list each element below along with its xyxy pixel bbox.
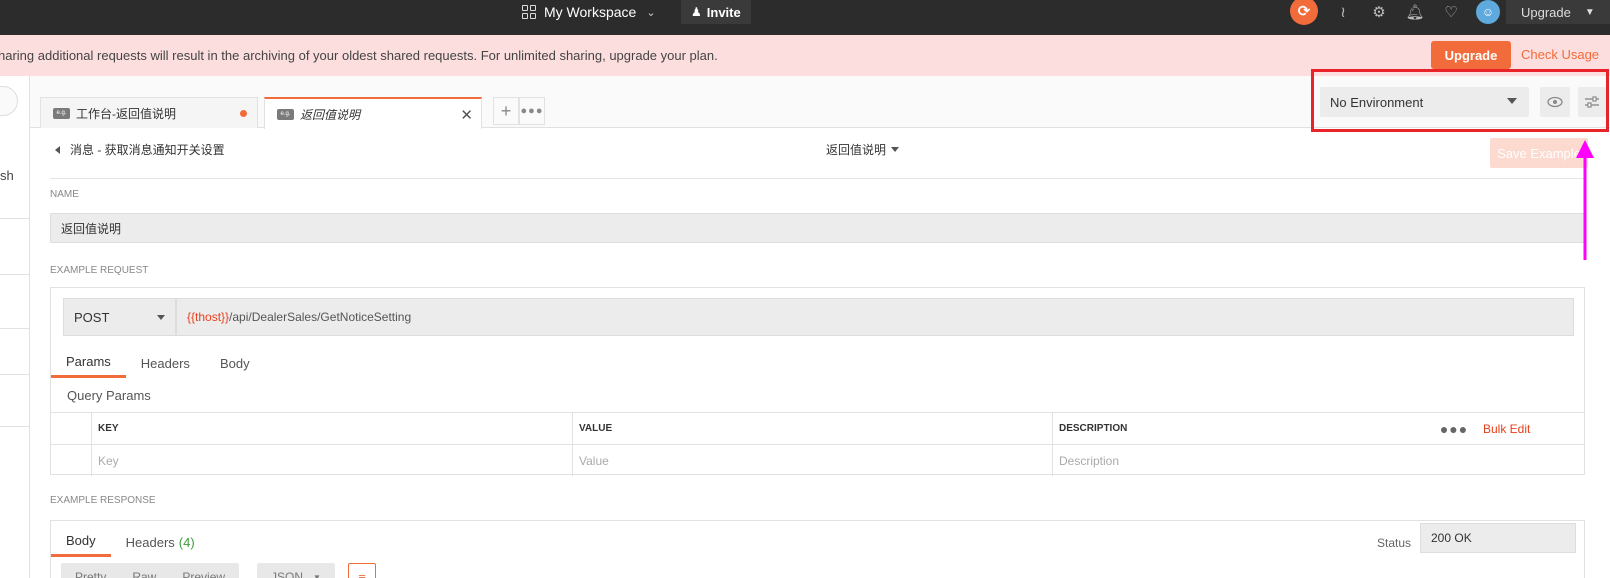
format-type: JSON <box>271 570 304 578</box>
column-header-value: VALUE <box>572 413 1052 444</box>
method-value: POST <box>74 309 110 325</box>
more-options-icon[interactable]: ●●● <box>1437 413 1471 444</box>
back-caret-icon <box>55 145 60 154</box>
example-icon: e.g. <box>53 107 70 119</box>
status-label: Status <box>1377 536 1412 550</box>
sidebar-partial-text: sh <box>0 168 14 183</box>
example-title-dropdown[interactable]: 返回值说明 <box>826 141 900 158</box>
headers-count: (4) <box>178 534 195 550</box>
column-header-description: DESCRIPTION <box>1052 413 1437 444</box>
tab-response-body[interactable]: Body <box>51 527 111 557</box>
tab-example-active[interactable]: e.g. 返回值说明 ✕ <box>264 97 482 129</box>
sync-icon[interactable]: ⟳ <box>1290 0 1318 25</box>
more-tabs-button[interactable]: ●●● <box>519 97 545 125</box>
example-response-panel: Body Headers (4) Status 200 OK Pretty Ra… <box>50 520 1585 578</box>
method-select[interactable]: POST <box>63 298 176 336</box>
environment-highlight-box <box>1311 69 1609 132</box>
sidebar-search-pill[interactable] <box>0 86 18 116</box>
caret-down-icon: ▼ <box>313 572 321 578</box>
upgrade-label: Upgrade <box>1521 4 1571 20</box>
example-request-panel: POST {{thost}}/api/DealerSales/GetNotice… <box>50 287 1585 476</box>
example-name-value: 返回值说明 <box>61 221 122 236</box>
sidebar-divider <box>0 374 30 375</box>
banner-message: haring additional requests will result i… <box>0 48 718 63</box>
params-table: KEY VALUE DESCRIPTION ●●● Bulk Edit Key … <box>51 412 1584 476</box>
chevron-down-icon: ⌄ <box>646 6 656 19</box>
request-tabs: Params Headers Body <box>51 348 265 378</box>
example-icon: e.g. <box>277 108 294 120</box>
url-variable: {{thost}} <box>187 310 230 324</box>
table-header-row: KEY VALUE DESCRIPTION ●●● Bulk Edit <box>51 413 1584 444</box>
gear-icon[interactable]: ⚙ <box>1368 3 1390 21</box>
sidebar: sh <box>0 76 30 578</box>
unsaved-dot-icon <box>240 110 247 117</box>
tab-body[interactable]: Body <box>205 348 265 378</box>
sidebar-divider <box>0 328 30 329</box>
description-input[interactable]: Description <box>1052 445 1584 476</box>
example-name-field[interactable]: 返回值说明 <box>50 213 1585 243</box>
invite-label: Invite <box>706 4 741 20</box>
breadcrumb-request-name: 消息 - 获取消息通知开关设置 <box>70 143 225 157</box>
caret-down-icon: ▼ <box>1584 6 1595 18</box>
check-usage-link[interactable]: Check Usage <box>1521 47 1599 62</box>
format-raw[interactable]: Raw <box>132 570 156 578</box>
name-label: NAME <box>50 189 79 200</box>
table-row: Key Value Description <box>51 444 1584 476</box>
example-title: 返回值说明 <box>826 143 887 157</box>
close-icon[interactable]: ✕ <box>460 106 473 124</box>
tab-label: Headers <box>125 534 175 550</box>
annotation-arrow <box>1576 140 1594 260</box>
banner-upgrade-button[interactable]: Upgrade <box>1431 41 1511 69</box>
workspace-grid-icon <box>522 5 536 19</box>
sidebar-divider <box>0 274 30 275</box>
response-tabs: Body Headers (4) <box>51 527 210 557</box>
key-input[interactable]: Key <box>91 445 572 476</box>
bell-icon[interactable]: 🔔︎ <box>1404 3 1426 21</box>
tab-label: 返回值说明 <box>300 107 361 122</box>
heart-icon[interactable]: ♡ <box>1440 3 1462 21</box>
top-bar: My Workspace ⌄ ♟ Invite ⟳ ≀ ⚙ 🔔︎ ♡ ☺ Upg… <box>0 0 1610 35</box>
workspace-switcher[interactable]: My Workspace ⌄ <box>522 0 656 24</box>
format-preview[interactable]: Preview <box>182 570 225 578</box>
tab-example-workbench[interactable]: e.g. 工作台-返回值说明 <box>40 97 258 128</box>
top-icons: ⟳ ≀ ⚙ 🔔︎ ♡ ☺ <box>1290 0 1500 25</box>
example-request-label: EXAMPLE REQUEST <box>50 265 149 276</box>
query-params-title: Query Params <box>67 388 151 403</box>
url-input[interactable]: {{thost}}/api/DealerSales/GetNoticeSetti… <box>176 298 1574 336</box>
header-divider <box>50 178 1585 179</box>
format-toggle: Pretty Raw Preview <box>61 563 240 578</box>
workspace-label: My Workspace <box>544 4 637 20</box>
tab-label: 工作台-返回值说明 <box>76 106 176 121</box>
format-pretty[interactable]: Pretty <box>75 570 106 578</box>
sidebar-divider <box>0 426 30 427</box>
status-field[interactable]: 200 OK <box>1420 523 1576 553</box>
bulk-edit-link[interactable]: Bulk Edit <box>1483 413 1530 444</box>
format-type-select[interactable]: JSON ▼ <box>257 563 335 578</box>
column-header-key: KEY <box>91 413 572 444</box>
satellite-icon[interactable]: ≀ <box>1332 3 1354 21</box>
breadcrumb[interactable]: 消息 - 获取消息通知开关设置 <box>55 141 225 158</box>
url-path: /api/DealerSales/GetNoticeSetting <box>229 310 412 324</box>
tab-response-headers[interactable]: Headers (4) <box>111 527 210 557</box>
invite-button[interactable]: ♟ Invite <box>681 0 751 24</box>
avatar[interactable]: ☺ <box>1476 0 1500 24</box>
caret-down-icon <box>157 315 165 320</box>
status-value: 200 OK <box>1431 531 1472 545</box>
wrap-lines-icon[interactable]: ≡ <box>348 563 376 578</box>
tab-params[interactable]: Params <box>51 348 126 378</box>
upgrade-dropdown-button[interactable]: Upgrade ▼ <box>1506 0 1610 24</box>
value-input[interactable]: Value <box>572 445 1052 476</box>
tab-headers[interactable]: Headers <box>126 348 205 378</box>
new-tab-button[interactable]: + <box>493 97 519 125</box>
add-user-icon: ♟ <box>691 5 702 19</box>
sidebar-divider <box>0 218 30 219</box>
example-response-label: EXAMPLE RESPONSE <box>50 495 156 506</box>
caret-down-icon <box>891 147 900 152</box>
